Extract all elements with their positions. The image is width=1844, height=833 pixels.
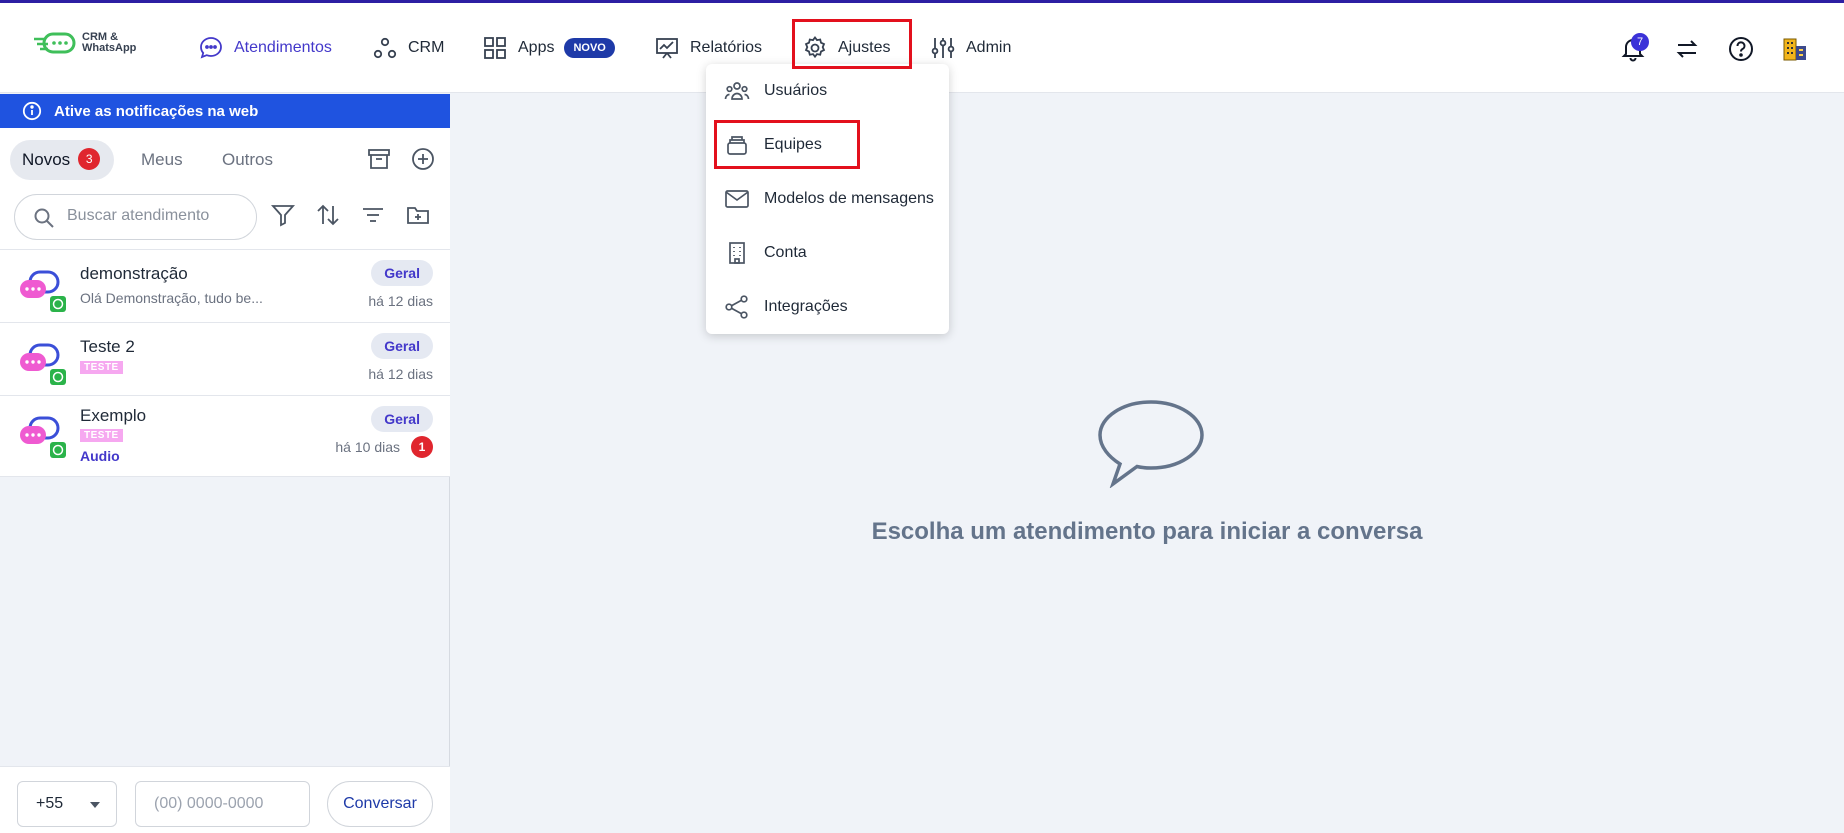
unread-count-badge: 1	[411, 436, 433, 458]
conversation-date: há 12 dias	[368, 293, 433, 309]
web-notifications-banner[interactable]: Ative as notificações na web	[0, 94, 450, 128]
country-code-select[interactable]: +55	[17, 781, 117, 827]
menu-item-label: Integrações	[764, 298, 848, 315]
grid-icon	[484, 37, 506, 59]
start-conversation-button[interactable]: Conversar	[327, 781, 433, 827]
phone-input[interactable]	[154, 795, 294, 813]
conversation-item[interactable]: demonstração Olá Demonstração, tudo be..…	[0, 250, 450, 323]
logo-icon	[34, 32, 76, 54]
filter-lines-icon[interactable]	[360, 202, 386, 228]
company-building-icon[interactable]	[1781, 35, 1809, 63]
conversation-item[interactable]: Teste 2 TESTE Geral há 12 dias	[0, 323, 450, 396]
conversation-item[interactable]: Exemplo TESTE Audio Geral há 10 dias 1	[0, 396, 450, 477]
tab-novos-label: Novos	[22, 150, 71, 169]
tab-novos-count: 3	[78, 148, 101, 170]
users-group-icon	[724, 82, 750, 100]
whatsapp-chat-avatar-icon	[20, 416, 66, 458]
search-box[interactable]	[14, 194, 257, 240]
archive-icon[interactable]	[366, 146, 392, 172]
menu-item-label: Modelos de mensagens	[764, 190, 934, 207]
nav-relatorios-label: Relatórios	[690, 39, 763, 56]
nav-atendimentos[interactable]: Atendimentos	[198, 3, 332, 93]
filter-funnel-icon[interactable]	[270, 202, 296, 228]
whatsapp-chat-avatar-icon	[20, 270, 66, 312]
conversation-preview: Audio	[80, 448, 120, 464]
share-nodes-icon	[725, 295, 748, 319]
app-logo[interactable]: CRM & WhatsApp	[34, 31, 136, 55]
team-badge: Geral	[371, 333, 433, 359]
search-input[interactable]	[67, 207, 247, 225]
ajustes-dropdown-menu: Usuários Equipes Modelos de mensagens Co…	[706, 64, 949, 334]
nav-admin-label: Admin	[966, 39, 1012, 56]
nav-atendimentos-label: Atendimentos	[234, 39, 332, 56]
conversation-name: Teste 2	[80, 337, 135, 356]
caret-down-icon	[90, 802, 100, 808]
circles-icon	[373, 37, 397, 59]
tab-outros[interactable]: Outros	[222, 140, 273, 180]
conversation-date: há 12 dias	[368, 366, 433, 382]
banner-text: Ative as notificações na web	[54, 102, 259, 120]
nav-crm[interactable]: CRM	[372, 3, 444, 93]
speech-bubble-icon	[1098, 400, 1204, 488]
conversation-name: Exemplo	[80, 406, 147, 425]
team-badge: Geral	[371, 406, 433, 432]
nav-crm-label: CRM	[408, 39, 445, 56]
phone-field[interactable]	[135, 781, 310, 827]
menu-item-integracoes[interactable]: Integrações	[706, 284, 949, 330]
whatsapp-chat-avatar-icon	[20, 343, 66, 385]
country-code-value: +55	[36, 795, 64, 812]
highlight-box-equipes	[714, 120, 860, 169]
add-circle-icon[interactable]	[410, 146, 436, 172]
folder-add-icon[interactable]	[405, 202, 431, 228]
conversation-tabs: Novos 3 Meus Outros	[0, 128, 450, 190]
search-toolbar	[0, 190, 450, 250]
conversation-preview: Olá Demonstração, tudo be...	[80, 290, 263, 306]
team-badge: Geral	[371, 260, 433, 286]
logo-line-2: WhatsApp	[82, 42, 137, 54]
swap-arrows-icon[interactable]	[1673, 35, 1701, 63]
nav-apps-label: Apps	[518, 39, 555, 56]
presentation-chart-icon	[656, 38, 678, 59]
menu-item-label: Conta	[764, 244, 807, 261]
sliders-icon	[931, 38, 955, 58]
empty-state-message: Escolha um atendimento para iniciar a co…	[871, 518, 1423, 545]
new-conversation-bar: +55 Conversar	[0, 766, 450, 833]
highlight-box-ajustes	[792, 19, 912, 69]
new-badge: NOVO	[564, 38, 615, 58]
tab-meus[interactable]: Meus	[141, 140, 183, 180]
conversations-sidebar: Novos 3 Meus Outros demonstração Olá Demo…	[0, 128, 450, 833]
menu-item-conta[interactable]: Conta	[706, 230, 949, 276]
menu-item-label: Usuários	[764, 82, 828, 99]
menu-item-usuarios[interactable]: Usuários	[706, 68, 949, 114]
nav-apps[interactable]: Apps NOVO	[482, 3, 615, 93]
menu-item-modelos-de-mensagens[interactable]: Modelos de mensagens	[706, 176, 949, 222]
help-circle-icon[interactable]	[1727, 35, 1755, 63]
office-building-icon	[729, 242, 745, 264]
sort-arrows-icon[interactable]	[315, 202, 341, 228]
chat-bubble-icon	[200, 37, 222, 59]
label-tag: TESTE	[80, 361, 123, 374]
search-icon	[34, 208, 54, 228]
conversation-list: demonstração Olá Demonstração, tudo be..…	[0, 250, 450, 477]
conversation-date: há 10 dias	[335, 439, 400, 455]
logo-text: CRM & WhatsApp	[82, 32, 136, 54]
tab-novos[interactable]: Novos 3	[10, 140, 114, 180]
label-tag: TESTE	[80, 429, 123, 442]
info-icon	[22, 101, 42, 121]
conversation-name: demonstração	[80, 264, 188, 283]
envelope-icon	[725, 190, 749, 208]
notification-count-badge: 7	[1631, 33, 1649, 51]
